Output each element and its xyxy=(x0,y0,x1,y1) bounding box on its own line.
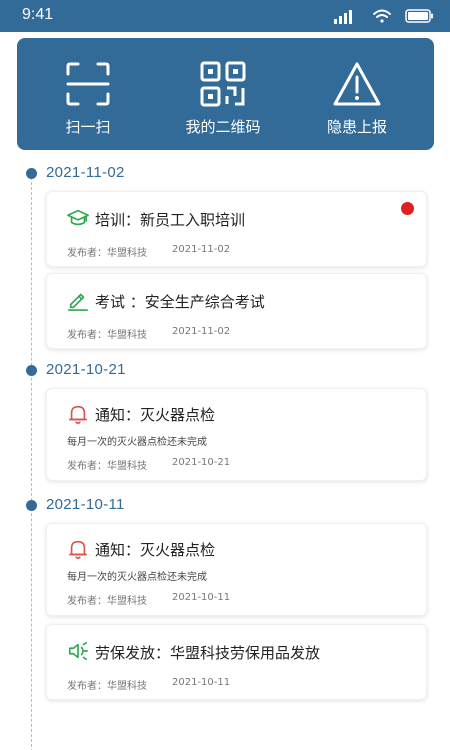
card-publisher: 发布者：华盟科技 xyxy=(67,330,147,341)
card-meta: 发布者：华盟科技 2021-10-11 xyxy=(67,677,230,692)
message-card[interactable]: 考试 ：安全生产综合考试 发布者：华盟科技 2021-11-02 xyxy=(46,273,427,349)
scan-button[interactable]: 扫一扫 xyxy=(33,38,143,150)
card-date: 2021-10-11 xyxy=(172,592,231,603)
status-icons xyxy=(334,9,433,24)
quick-actions-panel: 扫一扫 我的二维码 隐患上报 xyxy=(17,38,434,150)
timeline-dot xyxy=(26,365,37,376)
bell-icon xyxy=(68,405,88,424)
card-subtitle: 每月一次的灭火器点检还未完成 xyxy=(67,572,207,583)
wifi-icon xyxy=(373,9,391,23)
card-publisher: 发布者：华盟科技 xyxy=(67,248,147,259)
scan-icon xyxy=(66,62,110,106)
message-card[interactable]: 培训：新员工入职培训 发布者：华盟科技 2021-11-02 xyxy=(46,191,427,267)
battery-icon xyxy=(405,9,433,23)
card-meta: 发布者：华盟科技 2021-10-11 xyxy=(67,592,230,607)
card-date: 2021-10-21 xyxy=(172,457,231,468)
timeline-dot xyxy=(26,500,37,511)
card-publisher: 发布者：华盟科技 xyxy=(67,461,147,472)
timeline-line xyxy=(31,172,32,750)
card-subtitle: 每月一次的灭火器点检还未完成 xyxy=(67,437,207,448)
card-meta: 发布者：华盟科技 2021-10-21 xyxy=(67,457,230,472)
card-publisher: 发布者：华盟科技 xyxy=(67,681,147,692)
date-label: 2021-10-21 xyxy=(46,361,126,378)
my-qr-code-button[interactable]: 我的二维码 xyxy=(168,38,278,150)
hazard-report-button[interactable]: 隐患上报 xyxy=(302,38,412,150)
warning-icon xyxy=(333,62,381,106)
page: 扫一扫 我的二维码 隐患上报 2021-11-02 培训：新员工入职培训 发布者… xyxy=(0,32,450,750)
message-card[interactable]: 通知：灭火器点检 每月一次的灭火器点检还未完成 发布者：华盟科技 2021-10… xyxy=(46,388,427,481)
message-card[interactable]: 通知：灭火器点检 每月一次的灭火器点检还未完成 发布者：华盟科技 2021-10… xyxy=(46,523,427,616)
graduation-cap-icon xyxy=(67,209,89,226)
hazard-report-label: 隐患上报 xyxy=(326,118,387,136)
status-time: 9:41 xyxy=(22,6,54,23)
timeline-dot xyxy=(26,168,37,179)
qr-code-icon xyxy=(200,61,246,107)
card-title: 通知：灭火器点检 xyxy=(95,406,216,424)
pen-icon xyxy=(68,293,88,311)
card-date: 2021-10-11 xyxy=(172,677,231,688)
message-card[interactable]: 劳保发放：华盟科技劳保用品发放 发布者：华盟科技 2021-10-11 xyxy=(46,624,427,700)
card-publisher: 发布者：华盟科技 xyxy=(67,596,147,607)
card-title: 培训：新员工入职培训 xyxy=(95,211,246,229)
card-title: 考试 ：安全生产综合考试 xyxy=(95,293,265,311)
status-bar: 9:41 xyxy=(0,0,450,32)
card-date: 2021-11-02 xyxy=(172,244,231,255)
card-meta: 发布者：华盟科技 2021-11-02 xyxy=(67,244,230,259)
card-title: 劳保发放：华盟科技劳保用品发放 xyxy=(95,644,321,662)
card-date: 2021-11-02 xyxy=(172,326,231,337)
bell-icon xyxy=(68,540,88,559)
date-label: 2021-10-11 xyxy=(46,496,125,513)
unread-badge xyxy=(401,202,414,215)
card-meta: 发布者：华盟科技 2021-11-02 xyxy=(67,326,230,341)
speaker-icon xyxy=(68,641,88,661)
signal-icon xyxy=(334,10,352,24)
scan-label: 扫一扫 xyxy=(65,118,111,136)
card-title: 通知：灭火器点检 xyxy=(95,541,216,559)
my-qr-code-label: 我的二维码 xyxy=(185,118,261,136)
date-label: 2021-11-02 xyxy=(46,164,125,181)
